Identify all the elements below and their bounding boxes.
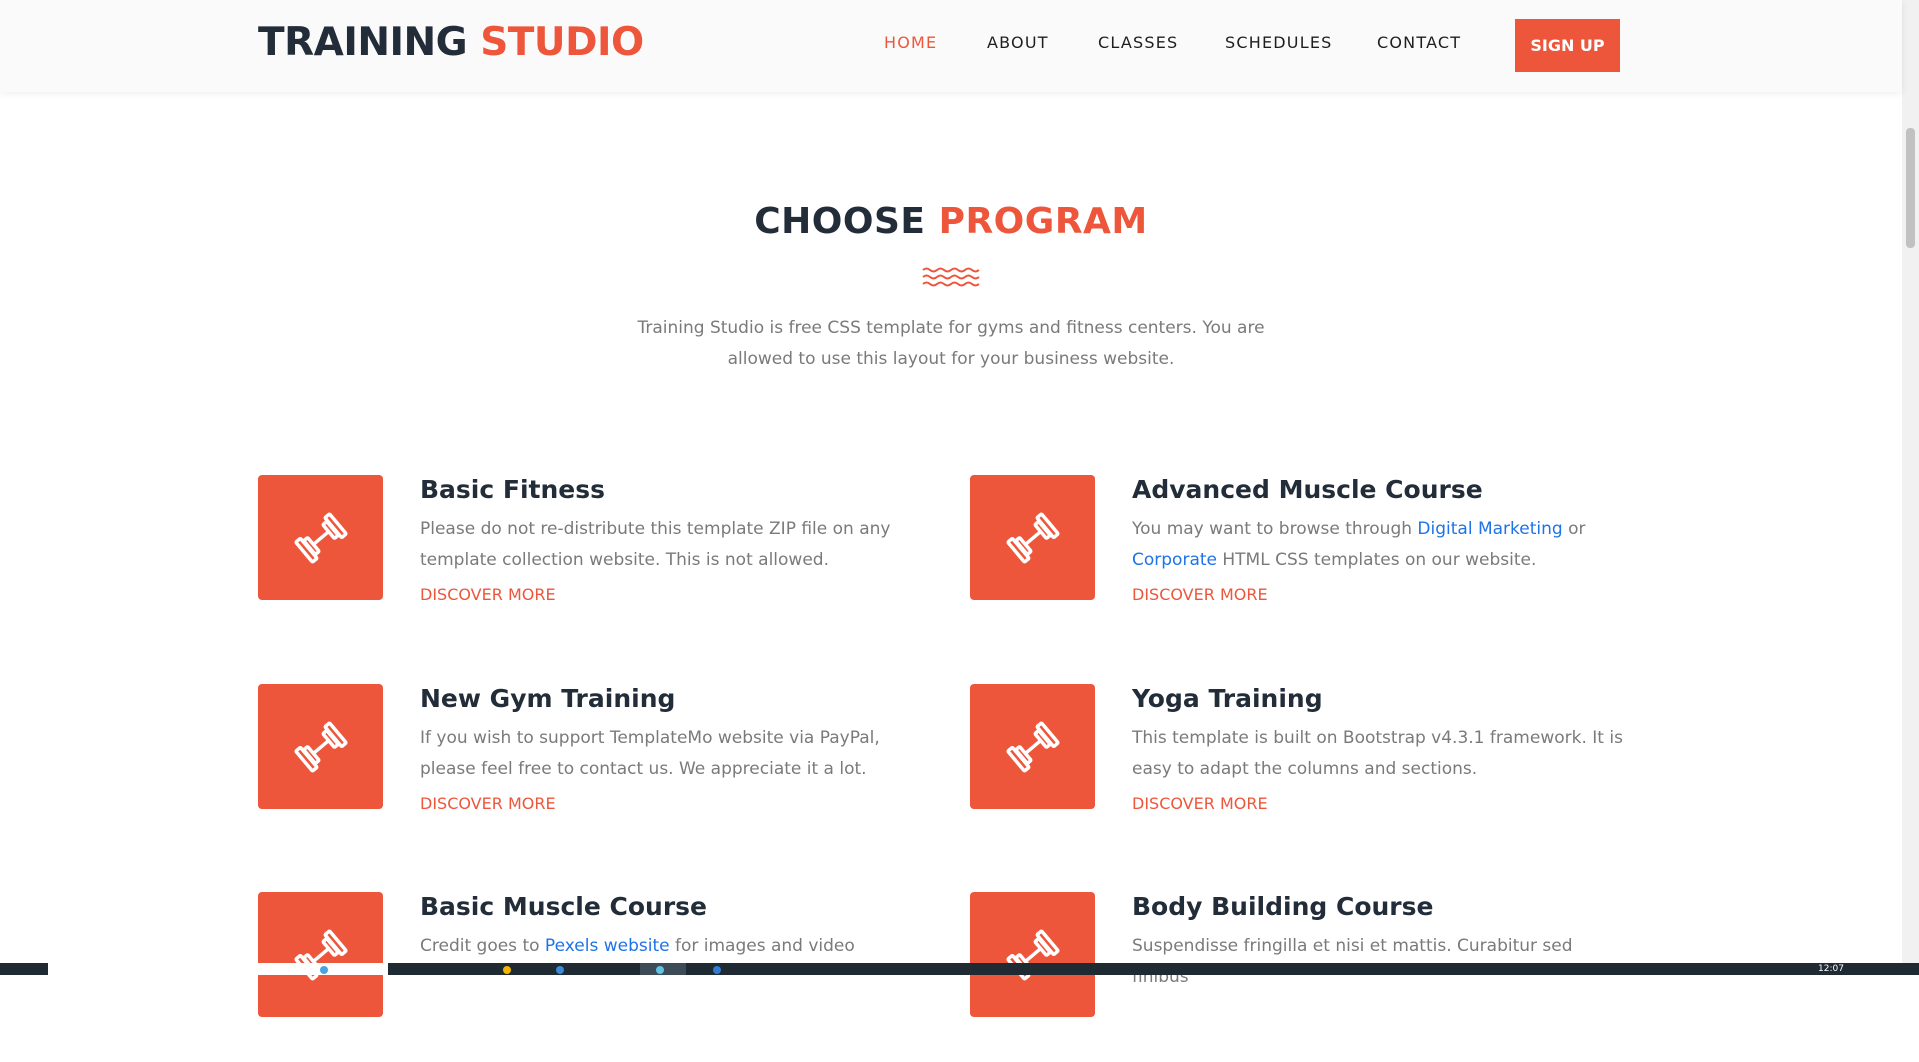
- description-text: You may want to browse through: [1132, 519, 1418, 539]
- taskbar-app-icon[interactable]: [556, 966, 564, 974]
- program-description: Suspendisse fringilla et nisi et mattis.…: [1132, 931, 1632, 993]
- program-description: Credit goes to Pexels website for images…: [420, 931, 920, 962]
- program-icon-box: [970, 475, 1095, 600]
- program-title: Basic Muscle Course: [420, 892, 707, 921]
- taskbar-search-box[interactable]: [48, 963, 388, 975]
- section-title: CHOOSE PROGRAM: [0, 197, 1902, 247]
- section-title-choose: CHOOSE: [754, 201, 926, 242]
- program-icon-box: [258, 684, 383, 809]
- discover-more-link[interactable]: DISCOVER MORE: [420, 794, 556, 814]
- nav-schedules[interactable]: SCHEDULES: [1225, 33, 1332, 53]
- discover-more-link[interactable]: DISCOVER MORE: [1132, 585, 1268, 605]
- description-text: Please do not re-distribute this templat…: [420, 519, 891, 570]
- corporate-link[interactable]: Corporate: [1132, 550, 1217, 570]
- taskbar-app-icon[interactable]: [503, 966, 511, 974]
- discover-more-link[interactable]: DISCOVER MORE: [1132, 794, 1268, 814]
- program-icon-box: [970, 684, 1095, 809]
- site-logo[interactable]: TRAINING STUDIO: [258, 17, 644, 69]
- waves-icon: [922, 267, 980, 287]
- program-icon-box: [258, 892, 383, 1017]
- section-title-program: PROGRAM: [938, 201, 1148, 242]
- program-description: Please do not re-distribute this templat…: [420, 514, 920, 576]
- program-icon-box: [258, 475, 383, 600]
- description-text: Suspendisse fringilla et nisi et mattis.…: [1132, 936, 1573, 987]
- program-title: Advanced Muscle Course: [1132, 475, 1483, 504]
- section-intro: Training Studio is free CSS template for…: [637, 318, 1265, 369]
- program-description: You may want to browse through Digital M…: [1132, 514, 1632, 576]
- dumbbell-icon: [293, 721, 348, 772]
- description-text: HTML CSS templates on our website.: [1216, 550, 1537, 570]
- logo-studio: STUDIO: [480, 20, 644, 65]
- program-yoga-training: Yoga Training This template is built on …: [970, 684, 1623, 854]
- program-new-gym-training: New Gym Training If you wish to support …: [258, 684, 880, 854]
- program-title: Body Building Course: [1132, 892, 1434, 921]
- program-title: Basic Fitness: [420, 475, 606, 504]
- program-basic-fitness: Basic Fitness Please do not re-distribut…: [258, 475, 890, 645]
- program-description: If you wish to support TemplateMo websit…: [420, 723, 920, 785]
- description-text: for images and video: [669, 936, 855, 956]
- dumbbell-icon: [1005, 929, 1060, 980]
- pexels-website-link[interactable]: Pexels website: [545, 936, 670, 956]
- program-title: Yoga Training: [1132, 684, 1323, 713]
- signup-button[interactable]: SIGN UP: [1515, 19, 1620, 72]
- description-text: or: [1562, 519, 1586, 539]
- taskbar-app-icon[interactable]: [320, 966, 328, 974]
- digital-marketing-link[interactable]: Digital Marketing: [1417, 519, 1562, 539]
- logo-training: TRAINING: [258, 20, 468, 65]
- program-body-building-course: Body Building Course Suspendisse fringil…: [970, 892, 1573, 1062]
- dumbbell-icon: [1005, 512, 1060, 563]
- discover-more-link[interactable]: DISCOVER MORE: [420, 585, 556, 605]
- nav-about[interactable]: ABOUT: [987, 33, 1049, 53]
- program-advanced-muscle-course: Advanced Muscle Course You may want to b…: [970, 475, 1585, 645]
- program-title: New Gym Training: [420, 684, 676, 713]
- site-header: TRAINING STUDIO HOME ABOUT CLASSES SCHED…: [0, 0, 1902, 92]
- taskbar-app-icon[interactable]: [713, 966, 721, 974]
- scrollbar-thumb[interactable]: [1906, 128, 1915, 248]
- description-text: If you wish to support TemplateMo websit…: [420, 728, 880, 779]
- description-text: Credit goes to: [420, 936, 545, 956]
- dumbbell-icon: [293, 929, 348, 980]
- program-basic-muscle-course: Basic Muscle Course Credit goes to Pexel…: [258, 892, 855, 1062]
- taskbar-clock: 12:07: [1818, 964, 1844, 974]
- program-icon-box: [970, 892, 1095, 1017]
- nav-home[interactable]: HOME: [884, 33, 937, 53]
- description-text: This template is built on Bootstrap v4.3…: [1132, 728, 1623, 779]
- dumbbell-icon: [293, 512, 348, 563]
- taskbar-app-icon[interactable]: [656, 966, 664, 974]
- nav-contact[interactable]: CONTACT: [1377, 33, 1461, 53]
- program-description: This template is built on Bootstrap v4.3…: [1132, 723, 1632, 785]
- dumbbell-icon: [1005, 721, 1060, 772]
- nav-classes[interactable]: CLASSES: [1098, 33, 1178, 53]
